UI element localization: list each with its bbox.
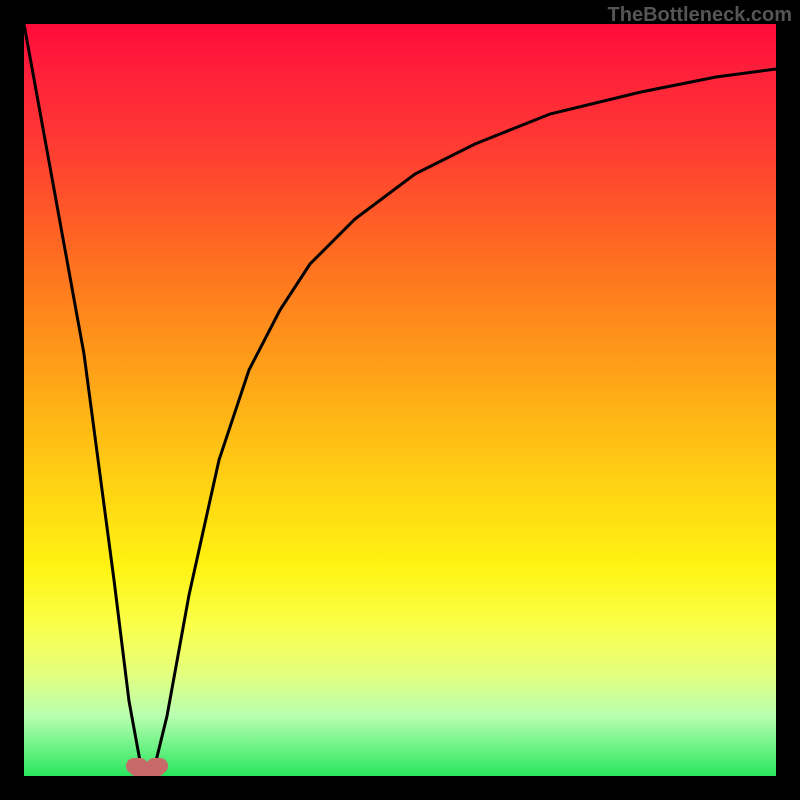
min-marker-base <box>130 766 164 776</box>
attribution-watermark: TheBottleneck.com <box>608 4 792 27</box>
chart-frame: TheBottleneck.com <box>0 0 800 800</box>
bottleneck-curve-path <box>24 24 776 769</box>
bottleneck-curve <box>24 24 776 776</box>
